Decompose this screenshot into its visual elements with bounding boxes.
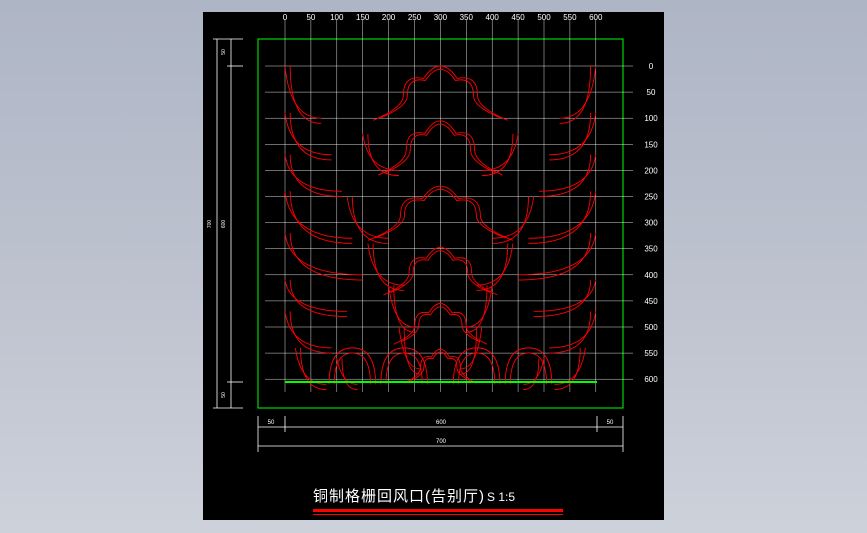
grille-side-curve <box>284 112 332 156</box>
grid <box>265 20 633 392</box>
x-tick-label: 200 <box>382 13 396 22</box>
x-tick-label: 500 <box>537 13 551 22</box>
x-tick-label: 350 <box>460 13 474 22</box>
y-tick-label: 600 <box>644 375 658 384</box>
grille-side-curve <box>481 133 514 177</box>
x-tick-label: 400 <box>486 13 500 22</box>
y-tick-label: 350 <box>644 245 658 254</box>
grille-side-curve <box>284 191 353 239</box>
y-tick-label: 200 <box>644 166 658 175</box>
grille-side-curve <box>300 347 327 391</box>
dim-left-middle: 600 <box>221 220 227 229</box>
x-tick-label: 50 <box>306 13 315 22</box>
y-tick-label: 100 <box>644 114 658 123</box>
y-tick-label: 550 <box>644 349 658 358</box>
x-axis-labels: 0 50 100 150 200 250 300 350 400 450 500 550 600 <box>283 13 603 22</box>
grille-side-curve <box>403 326 420 375</box>
title-underline <box>313 509 563 512</box>
x-tick-label: 550 <box>563 13 577 22</box>
y-tick-label: 250 <box>644 193 658 202</box>
dim-left-bottom: 50 <box>221 392 227 398</box>
grille-side-curve <box>341 358 358 391</box>
grille-side-curve <box>528 191 592 244</box>
grille-side-curve <box>367 133 399 177</box>
grille-side-curve <box>346 196 389 239</box>
x-tick-label: 0 <box>283 13 288 22</box>
grille-side-curve <box>336 358 358 385</box>
dim-left-top: 50 <box>221 49 227 55</box>
grille-side-curve <box>523 358 545 385</box>
grille-side-curve <box>523 358 540 391</box>
grille-side-curve <box>284 232 363 276</box>
dim-left-total: 700 <box>207 220 213 229</box>
grille-side-curve <box>533 279 597 312</box>
dim-bottom-left: 50 <box>268 420 275 426</box>
scale-label: S 1:5 <box>487 490 516 504</box>
grille-side-curve <box>289 191 353 244</box>
y-tick-label: 0 <box>649 62 654 71</box>
y-tick-label: 400 <box>644 271 658 280</box>
left-dimensions <box>213 38 243 409</box>
grille-side-curve <box>289 154 342 197</box>
grille-side-curve <box>528 191 597 239</box>
y-axis-labels: 0 50 100 150 200 250 300 350 400 450 500 550 600 <box>644 62 658 384</box>
x-tick-label: 450 <box>511 13 525 22</box>
grille-side-curve <box>554 347 581 391</box>
cad-drawing: 0 50 100 150 200 250 300 350 400 450 500 550 600 0 50… <box>207 13 658 452</box>
x-tick-label: 600 <box>589 13 603 22</box>
grille-side-curve <box>289 65 322 124</box>
grille-side-curve <box>393 285 415 333</box>
grille-side-curve <box>518 232 597 276</box>
grille-side-curve <box>492 196 529 244</box>
grille-side-curve <box>549 112 597 156</box>
y-tick-label: 150 <box>644 140 658 149</box>
x-tick-label: 250 <box>408 13 422 22</box>
grille-side-curve <box>284 311 332 349</box>
x-tick-label: 150 <box>356 13 370 22</box>
grille-side-curve <box>466 285 488 333</box>
title-label: 铜制格栅回风口(告别厅) <box>313 488 485 505</box>
x-tick-label: 300 <box>434 13 448 22</box>
grille-side-curve <box>549 311 597 349</box>
grille-side-curve <box>559 65 592 124</box>
grille-side-curve <box>284 279 348 312</box>
dim-bottom-total: 700 <box>436 439 447 445</box>
y-tick-label: 500 <box>644 323 658 332</box>
grille-side-curve <box>518 233 592 281</box>
grille-side-curve <box>538 154 592 197</box>
grille-side-curve <box>461 326 478 375</box>
grille-side-curve <box>492 196 535 239</box>
title-underline-thin <box>313 514 563 515</box>
y-tick-label: 50 <box>647 88 656 97</box>
x-tick-label: 100 <box>330 13 344 22</box>
drawing-title: 铜制格栅回风口(告别厅) S 1:5 <box>313 485 573 506</box>
y-tick-label: 450 <box>644 297 658 306</box>
grille-side-curve <box>289 233 363 281</box>
dim-bottom-right: 50 <box>607 420 614 426</box>
y-tick-label: 300 <box>644 219 658 228</box>
drawing-sheet: 0 50 100 150 200 250 300 350 400 450 500 550 600 0 50… <box>203 12 664 520</box>
dim-bottom-middle: 600 <box>436 420 447 426</box>
grille-side-curve <box>351 196 389 244</box>
